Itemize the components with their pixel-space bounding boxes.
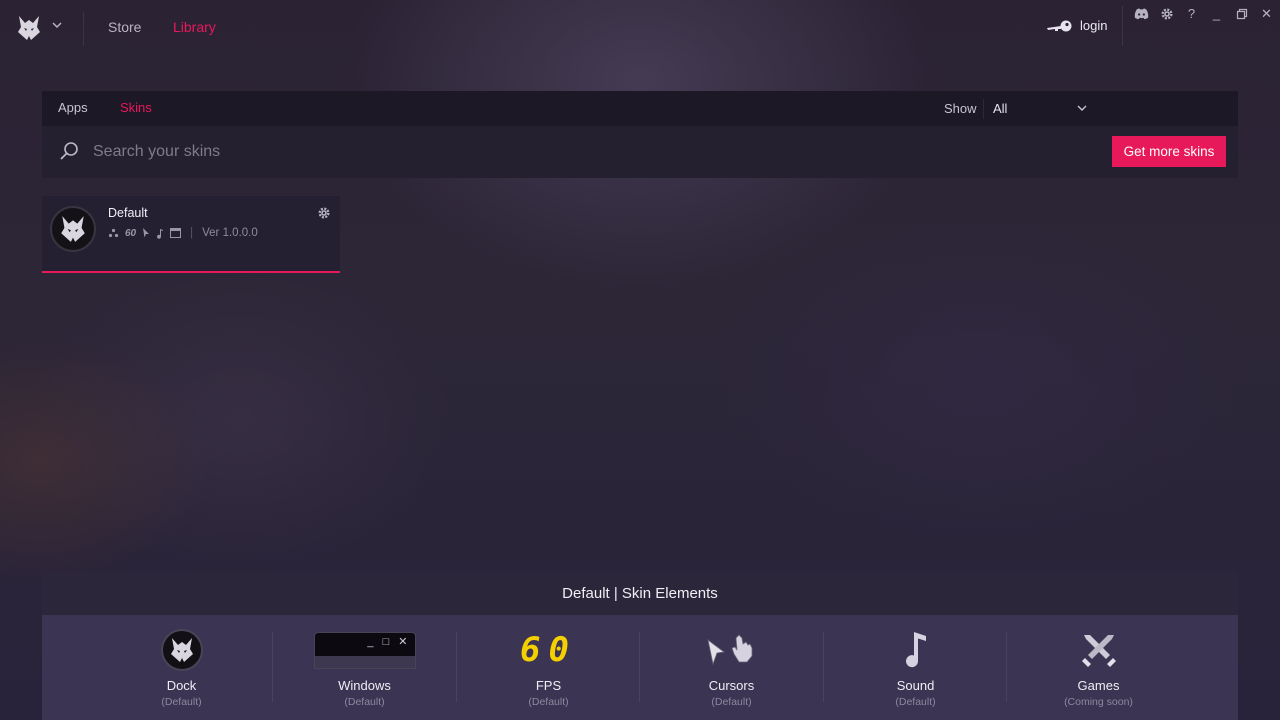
- skin-name: Default: [108, 206, 148, 220]
- element-fps[interactable]: 60 FPS (Default): [457, 615, 640, 720]
- skin-meta: 60 | Ver 1.0.0.0: [108, 227, 258, 239]
- games-preview: [1007, 627, 1190, 673]
- fps-preview: 60: [457, 627, 640, 673]
- divider: [1122, 6, 1123, 46]
- fps-icon: 60: [520, 630, 577, 670]
- sound-icon: [905, 632, 926, 668]
- chevron-down-icon[interactable]: [50, 18, 64, 32]
- dock-icon: [160, 629, 203, 671]
- cursors-preview: [640, 627, 823, 673]
- login-label: login: [1080, 18, 1108, 33]
- games-icon: [1081, 635, 1116, 667]
- dock-icon: [108, 228, 119, 237]
- element-sound[interactable]: Sound (Default): [824, 615, 1007, 720]
- get-more-skins-button[interactable]: Get more skins: [1112, 136, 1226, 167]
- nav-store[interactable]: Store: [108, 19, 141, 35]
- windows-preview: _ □ ✕: [273, 627, 456, 673]
- window-controls: ? _ ✕: [1134, 6, 1274, 21]
- skin-elements-panel: Dock (Default) _ □ ✕ Windows (Default) 6…: [42, 615, 1238, 720]
- sound-preview: [824, 627, 1007, 673]
- skin-avatar: [50, 206, 96, 252]
- fps-icon: 60: [125, 227, 137, 239]
- divider: [983, 99, 984, 119]
- sound-icon: [157, 228, 164, 239]
- element-name: Games: [1077, 678, 1120, 693]
- search-bar: Get more skins: [42, 126, 1238, 178]
- restore-icon[interactable]: [1234, 6, 1249, 21]
- element-status: (Default): [895, 696, 936, 708]
- element-games[interactable]: Games (Coming soon): [1007, 615, 1190, 720]
- discord-icon[interactable]: [1134, 6, 1149, 21]
- element-status: (Default): [161, 696, 202, 708]
- key-icon: [1047, 20, 1072, 31]
- element-status: (Default): [344, 696, 385, 708]
- gear-icon[interactable]: [317, 206, 331, 220]
- nav-library[interactable]: Library: [173, 19, 216, 35]
- library-tabs-bar: Apps Skins Show All: [42, 91, 1238, 126]
- chevron-down-icon[interactable]: [1076, 102, 1088, 114]
- element-name: Cursors: [708, 678, 755, 693]
- cursor-icon: [143, 228, 150, 238]
- gear-icon[interactable]: [1159, 6, 1174, 21]
- show-filter-label: Show: [944, 101, 977, 116]
- minimize-icon[interactable]: _: [1209, 6, 1224, 21]
- skin-card[interactable]: Default 60 | Ver 1.0.0.0: [42, 196, 340, 273]
- windows-icon: [170, 228, 182, 238]
- element-windows[interactable]: _ □ ✕ Windows (Default): [273, 615, 456, 720]
- skin-elements-title: Default | Skin Elements: [42, 572, 1238, 615]
- wolf-logo-icon: [61, 216, 85, 242]
- element-cursors[interactable]: Cursors (Default): [640, 615, 823, 720]
- dock-preview: [90, 627, 273, 673]
- element-dock[interactable]: Dock (Default): [90, 615, 273, 720]
- element-name: Windows: [338, 678, 391, 693]
- element-name: Dock: [166, 678, 197, 693]
- element-name: Sound: [896, 678, 935, 693]
- tab-skins[interactable]: Skins: [120, 100, 152, 115]
- wolf-logo-icon[interactable]: [16, 14, 42, 42]
- element-name: FPS: [535, 678, 562, 693]
- help-icon[interactable]: ?: [1184, 6, 1199, 21]
- element-status: (Default): [528, 696, 569, 708]
- search-input[interactable]: [93, 140, 693, 164]
- windows-preview-buttons: _ □ ✕: [367, 635, 411, 648]
- separator: |: [190, 227, 194, 239]
- divider: [83, 12, 84, 46]
- element-status: (Coming soon): [1064, 696, 1133, 708]
- top-bar: Store Library login ? _ ✕: [0, 0, 1280, 56]
- login-button[interactable]: login: [1046, 18, 1107, 33]
- close-icon[interactable]: ✕: [1259, 6, 1274, 21]
- tab-apps[interactable]: Apps: [58, 100, 88, 115]
- element-status: (Default): [711, 696, 752, 708]
- skin-version: Ver 1.0.0.0: [202, 227, 258, 239]
- cursor-icon: [706, 634, 752, 666]
- search-icon: [60, 142, 78, 160]
- windows-icon: _ □ ✕: [313, 631, 416, 669]
